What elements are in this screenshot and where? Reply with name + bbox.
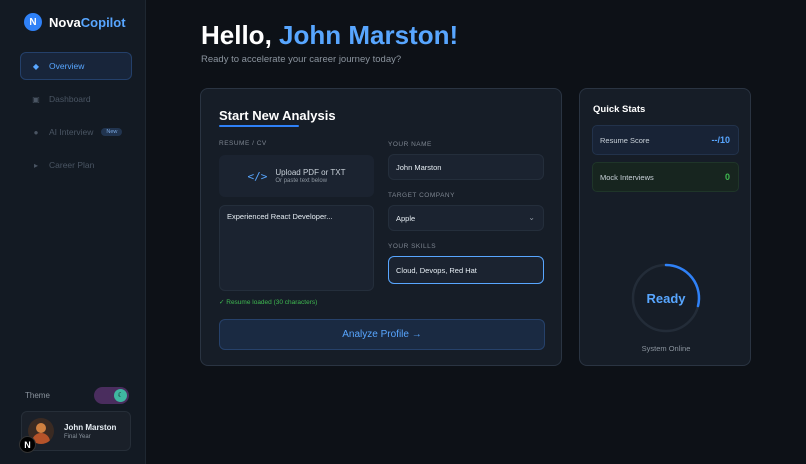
upload-dropzone[interactable]: </> Upload PDF or TXT Or paste text belo… [219,155,374,197]
resume-label: RESUME / CV [219,140,267,147]
upload-subtitle: Or paste text below [275,178,328,184]
company-select[interactable]: Apple ⌄ [388,205,544,231]
diamond-icon: ◆ [32,61,40,71]
code-icon: </> [247,169,268,183]
company-select-value: Apple [396,213,416,223]
sidebar-item-ai-interview[interactable]: ● AI Interview New [20,118,132,146]
upload-title: Upload PDF or TXT [275,168,346,177]
sidebar-item-overview[interactable]: ◆ Overview [20,52,132,80]
user-card[interactable]: John Marston Final Year [21,411,131,451]
skills-input[interactable]: Cloud, Devops, Red Hat [388,256,544,284]
new-badge: New [101,128,123,136]
theme-row: Theme ☾ [25,386,129,404]
resume-loaded-status: ✓ Resume loaded (30 characters) [219,299,318,306]
sidebar: N NovaCopilot ◆ Overview ▣ Dashboard ● A… [0,0,146,464]
skills-label: YOUR SKILLS [388,243,437,250]
title-underline [219,125,299,127]
skills-input-value: Cloud, Devops, Red Hat [396,265,477,275]
brand-name: NovaCopilot [49,15,126,30]
resume-score-label: Resume Score [600,135,650,145]
brand-name-part1: Nova [49,14,81,30]
page-subtitle: Ready to accelerate your career journey … [201,54,402,65]
brand-name-part2: Copilot [80,14,126,30]
mock-interviews-label: Mock Interviews [600,172,654,182]
greeting-name: John Marston! [279,20,459,50]
theme-label: Theme [25,390,50,400]
grid-icon: ▣ [32,94,40,104]
user-name: John Marston [64,422,117,432]
theme-toggle[interactable]: ☾ [94,386,129,404]
arrow-icon: ▸ [33,160,38,170]
greeting-prefix: Hello, [201,20,272,50]
brand-logo-icon: N [24,13,42,31]
mock-interviews-value: 0 [724,172,730,182]
moon-icon: ☾ [114,388,127,402]
user-role: Final Year [64,433,91,440]
quick-stats-title: Quick Stats [593,104,646,115]
brand[interactable]: N NovaCopilot [24,13,126,31]
sidebar-item-label: AI Interview [49,127,94,137]
sidebar-item-dashboard[interactable]: ▣ Dashboard [20,85,132,113]
sidebar-nav: ◆ Overview ▣ Dashboard ● AI Interview Ne… [20,52,132,184]
user-info: John Marston Final Year [64,423,116,440]
ready-label: Ready [646,290,686,306]
sidebar-item-label: Dashboard [49,94,91,104]
analyze-profile-button[interactable]: Analyze Profile → [219,319,545,350]
dot-icon: ● [33,127,39,137]
upload-text: Upload PDF or TXT Or paste text below [275,168,345,184]
quick-stats-panel: Quick Stats Resume Score --/10 Mock Inte… [579,88,751,366]
resume-score-value: --/10 [711,135,730,145]
sidebar-item-career-plan[interactable]: ▸ Career Plan [20,151,132,179]
resume-textarea[interactable]: Experienced React Developer... [219,205,374,291]
mock-interviews-stat: Mock Interviews 0 [592,162,739,192]
chevron-down-icon: ⌄ [528,213,535,222]
framework-badge-icon[interactable]: N [19,436,36,453]
company-label: TARGET COMPANY [388,192,455,199]
resume-score-stat: Resume Score --/10 [592,125,739,155]
analysis-panel: Start New Analysis RESUME / CV </> Uploa… [200,88,562,366]
page-title: Hello, John Marston! [201,20,458,51]
sidebar-item-label: Career Plan [49,160,95,170]
name-input-value: John Marston [396,162,442,172]
name-label: YOUR NAME [388,141,432,148]
sidebar-item-label: Overview [49,61,85,71]
system-status: System Online [641,344,691,353]
name-input[interactable]: John Marston [388,154,544,180]
analysis-title: Start New Analysis [219,108,336,123]
